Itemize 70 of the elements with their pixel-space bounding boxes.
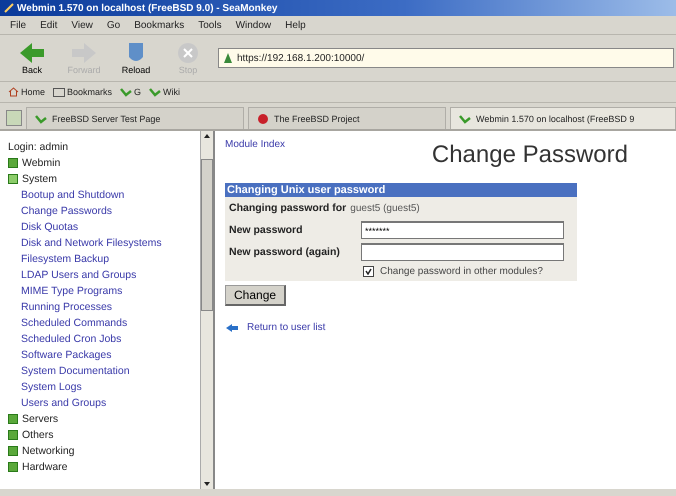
return-link[interactable]: Return to user list xyxy=(247,322,326,333)
category-item[interactable]: Hardware xyxy=(8,459,200,475)
module-index-link[interactable]: Module Index xyxy=(225,139,286,150)
module-link[interactable]: Filesystem Backup xyxy=(8,251,200,267)
back-arrow-icon xyxy=(18,41,46,65)
module-link[interactable]: Users and Groups xyxy=(8,395,200,411)
category-item[interactable]: Networking xyxy=(8,443,200,459)
module-link[interactable]: Scheduled Cron Jobs xyxy=(8,331,200,347)
category-item[interactable]: Others xyxy=(8,427,200,443)
bookmark-item[interactable]: Home xyxy=(8,87,46,97)
nav-button[interactable]: Reload xyxy=(114,41,158,75)
checkbox[interactable] xyxy=(363,266,374,277)
module-link[interactable]: Running Processes xyxy=(8,299,200,315)
bookmark-label[interactable]: Wiki xyxy=(163,87,180,97)
module-link[interactable]: Bootup and Shutdown xyxy=(8,187,200,203)
home-icon xyxy=(8,87,19,97)
menu-item[interactable]: Window xyxy=(236,20,272,30)
menu-item[interactable]: Go xyxy=(106,20,120,30)
bookmark-item[interactable]: Bookmarks xyxy=(53,87,112,97)
module-link[interactable]: System Documentation xyxy=(8,363,200,379)
menu-item[interactable]: Edit xyxy=(40,20,58,30)
site-icon xyxy=(223,52,233,64)
menu-item[interactable]: Help xyxy=(285,20,306,30)
module-link[interactable]: LDAP Users and Groups xyxy=(8,267,200,283)
user-value: guest5 (guest5) xyxy=(350,202,420,214)
password-field[interactable]: ******* xyxy=(361,221,564,239)
checkbox-label: Change password in other modules? xyxy=(380,266,543,277)
field-label: New password (again) xyxy=(229,246,341,258)
category-item[interactable]: System xyxy=(8,171,200,187)
login-text: Login: admin xyxy=(8,140,70,155)
menu-item[interactable]: Tools xyxy=(198,20,222,30)
nav-button[interactable]: Back xyxy=(10,41,54,75)
browser-tab[interactable]: FreeBSD Server Test Page xyxy=(26,107,244,129)
bookmark-label[interactable]: G xyxy=(134,87,142,97)
browser-tab[interactable]: The FreeBSD Project xyxy=(248,107,446,129)
module-link[interactable]: Scheduled Commands xyxy=(8,315,200,331)
change-button[interactable]: Change xyxy=(225,285,286,306)
form-header: Changing Unix user password xyxy=(225,183,577,197)
menu-item[interactable]: View xyxy=(71,20,93,30)
page-title: Change Password xyxy=(432,141,628,169)
bookmark-link-icon xyxy=(459,114,471,124)
bookmark-link-icon xyxy=(149,87,162,97)
menu-item[interactable]: File xyxy=(10,20,26,30)
module-link[interactable]: Disk and Network Filesystems xyxy=(8,235,200,251)
app-icon xyxy=(4,3,14,13)
password-field[interactable] xyxy=(361,243,564,261)
bookmark-label[interactable]: Home xyxy=(21,87,46,97)
browser-tab[interactable]: Webmin 1.570 on localhost (FreeBSD 9 xyxy=(450,107,676,129)
address-field[interactable]: https://192.168.1.200:10000/ xyxy=(218,48,674,68)
module-link[interactable]: MIME Type Programs xyxy=(8,283,200,299)
window-title: Webmin 1.570 on localhost (FreeBSD 9.0) - SeaMonkey xyxy=(17,2,278,14)
bookmark-item[interactable]: Wiki xyxy=(149,87,180,97)
bookmark-link-icon xyxy=(120,87,132,97)
folder-icon xyxy=(53,88,66,96)
bookmark-link-icon xyxy=(35,114,47,124)
category-item[interactable]: Servers xyxy=(8,411,200,427)
bookmark-item[interactable]: G xyxy=(120,87,142,97)
module-link[interactable]: Disk Quotas xyxy=(8,219,200,235)
menu-item[interactable]: Bookmarks xyxy=(134,20,184,30)
scrollbar[interactable] xyxy=(200,131,215,489)
stop-icon xyxy=(176,41,200,65)
module-link[interactable]: Software Packages xyxy=(8,347,200,363)
back-arrow-icon xyxy=(225,322,239,332)
category-item[interactable]: Webmin xyxy=(8,155,200,171)
bookmark-label[interactable]: Bookmarks xyxy=(67,87,112,97)
user-label: Changing password for xyxy=(229,202,346,214)
module-link[interactable]: System Logs xyxy=(8,379,200,395)
module-link[interactable]: Change Passwords xyxy=(8,203,200,219)
field-label: New password xyxy=(229,224,304,236)
daemon-icon xyxy=(257,113,269,124)
